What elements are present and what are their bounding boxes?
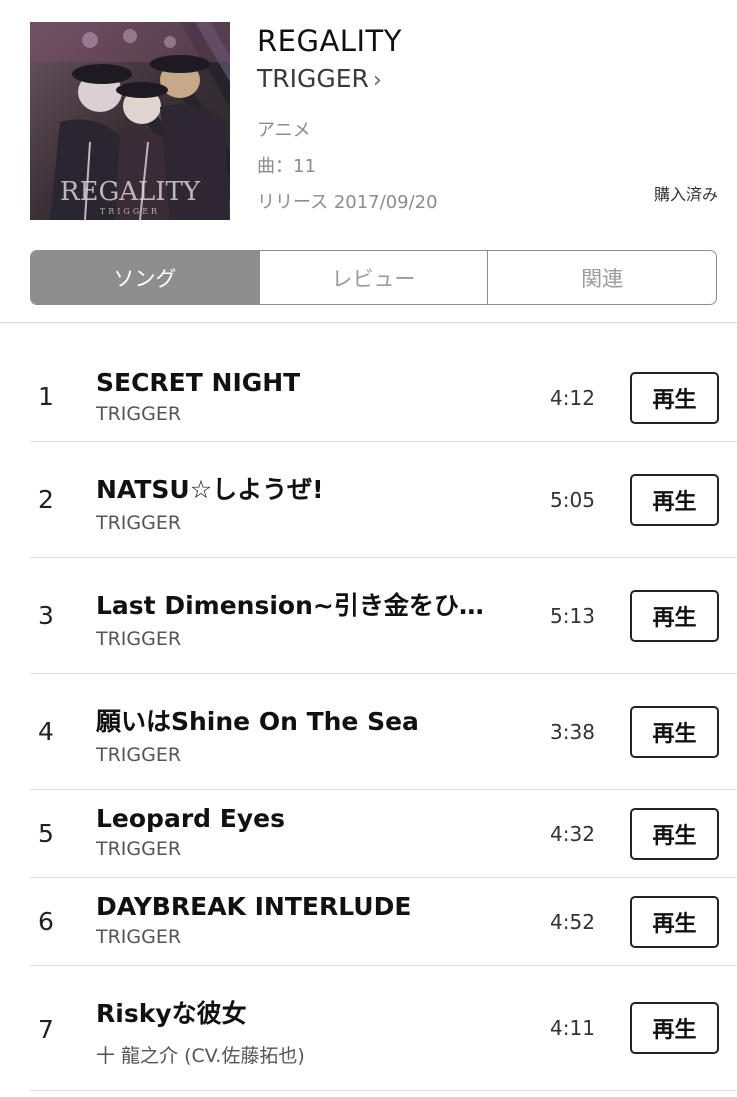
track-duration: 4:12 xyxy=(550,386,595,410)
play-button[interactable]: 再生 xyxy=(630,896,719,948)
play-button[interactable]: 再生 xyxy=(630,1002,719,1054)
track-duration: 4:52 xyxy=(550,910,595,934)
cover-logo-text: REGALITY xyxy=(60,177,201,207)
track-number: 5 xyxy=(38,819,54,848)
chevron-right-icon: › xyxy=(372,68,382,93)
track-number: 7 xyxy=(38,1015,54,1044)
album-artwork: REGALITY TRIGGER xyxy=(30,22,230,220)
track-duration: 5:13 xyxy=(550,604,595,628)
track-row[interactable]: 7 Riskyな彼女 十 龍之介 (CV.佐藤拓也) 4:11 再生 xyxy=(0,966,737,1091)
track-artist: TRIGGER xyxy=(96,744,182,766)
tab-songs[interactable]: ソング xyxy=(31,251,260,304)
track-row[interactable]: 2 NATSU☆しようぜ! TRIGGER 5:05 再生 xyxy=(0,442,737,558)
tab-related[interactable]: 関連 xyxy=(488,251,716,304)
artist-link[interactable]: TRIGGER › xyxy=(257,64,382,93)
track-title: Last Dimension~引き金をひ… xyxy=(96,591,484,620)
album-release-date: リリース 2017/09/20 xyxy=(257,192,438,213)
track-title: NATSU☆しようぜ! xyxy=(96,475,324,504)
play-button[interactable]: 再生 xyxy=(630,706,719,758)
track-row[interactable]: 6 DAYBREAK INTERLUDE TRIGGER 4:52 再生 xyxy=(0,878,737,966)
track-duration: 3:38 xyxy=(550,720,595,744)
track-artist: TRIGGER xyxy=(96,512,182,534)
track-title: DAYBREAK INTERLUDE xyxy=(96,892,412,921)
track-number: 6 xyxy=(38,907,54,936)
track-row[interactable]: 1 SECRET NIGHT TRIGGER 4:12 再生 xyxy=(0,324,737,442)
tab-reviews[interactable]: レビュー xyxy=(260,251,489,304)
track-title: 願いはShine On The Sea xyxy=(96,707,419,736)
track-number: 4 xyxy=(38,717,54,746)
play-button[interactable]: 再生 xyxy=(630,474,719,526)
album-cover-image: REGALITY TRIGGER xyxy=(30,22,230,220)
row-separator xyxy=(30,1090,737,1091)
track-duration: 4:32 xyxy=(550,822,595,846)
play-button[interactable]: 再生 xyxy=(630,590,719,642)
track-artist: TRIGGER xyxy=(96,628,182,650)
track-title: SECRET NIGHT xyxy=(96,368,301,397)
track-duration: 5:05 xyxy=(550,488,595,512)
album-header: REGALITY TRIGGER REGALITY TRIGGER › アニメ 曲… xyxy=(0,0,737,240)
segmented-control: ソング レビュー 関連 xyxy=(30,250,717,305)
track-title: Riskyな彼女 xyxy=(96,999,247,1028)
album-genre: アニメ xyxy=(257,120,311,141)
track-number: 2 xyxy=(38,485,54,514)
album-track-count: 曲：11 xyxy=(257,156,316,177)
cover-logo-subtext: TRIGGER xyxy=(100,207,160,216)
track-number: 1 xyxy=(38,382,54,411)
play-button[interactable]: 再生 xyxy=(630,808,719,860)
track-artist: TRIGGER xyxy=(96,403,182,425)
track-duration: 4:11 xyxy=(550,1016,595,1040)
track-title: Leopard Eyes xyxy=(96,804,285,833)
track-artist: TRIGGER xyxy=(96,838,182,860)
section-divider xyxy=(0,322,737,323)
purchase-status: 購入済み xyxy=(653,185,718,204)
play-button[interactable]: 再生 xyxy=(630,372,719,424)
artist-name: TRIGGER xyxy=(257,64,369,93)
track-number: 3 xyxy=(38,601,54,630)
track-artist: 十 龍之介 (CV.佐藤拓也) xyxy=(96,1045,305,1067)
album-title: REGALITY xyxy=(257,24,402,58)
track-row[interactable]: 3 Last Dimension~引き金をひ… TRIGGER 5:13 再生 xyxy=(0,558,737,674)
track-row[interactable]: 4 願いはShine On The Sea TRIGGER 3:38 再生 xyxy=(0,674,737,790)
track-row[interactable]: 5 Leopard Eyes TRIGGER 4:32 再生 xyxy=(0,790,737,878)
track-artist: TRIGGER xyxy=(96,926,182,948)
